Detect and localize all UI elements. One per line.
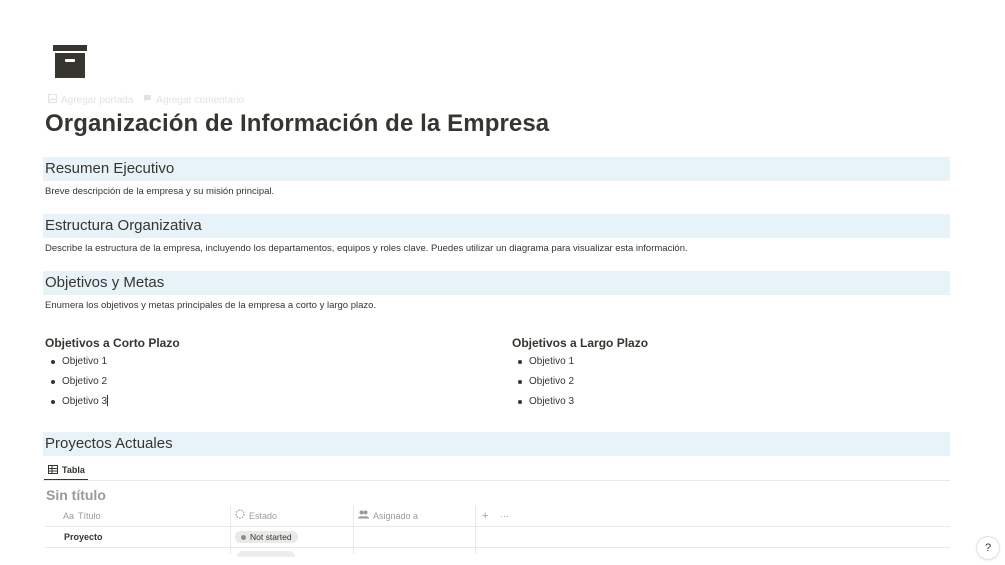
row-title[interactable]: Proyecto [64, 527, 103, 547]
archive-box-icon[interactable] [52, 44, 88, 80]
list-item-text: Objetivo 3 [62, 396, 108, 407]
heading-estructura-organizativa[interactable]: Estructura Organizativa [43, 214, 950, 238]
text-resumen[interactable]: Breve descripción de la empresa y su mis… [45, 186, 274, 197]
list-item-text: Objetivo 2 [62, 376, 108, 387]
list-corto-plazo: Objetivo 1 Objetivo 2 Objetivo 3 [45, 352, 109, 412]
status-property-icon [235, 506, 245, 526]
heading-resumen-ejecutivo[interactable]: Resumen Ejecutivo [43, 157, 950, 181]
table-header: Aa Título Estado Asignado a + ··· [45, 506, 950, 527]
list-item[interactable]: Objetivo 1 [512, 352, 574, 372]
help-button[interactable]: ? [977, 537, 999, 559]
heading-largo-plazo[interactable]: Objetivos a Largo Plazo [512, 336, 648, 350]
column-divider [475, 506, 476, 554]
add-cover-label: Agregar portada [61, 94, 134, 106]
status-dot-icon [241, 534, 246, 540]
table-icon [48, 464, 58, 476]
add-comment-label: Agregar comentario [156, 94, 245, 106]
column-header-estado[interactable]: Estado [235, 506, 277, 526]
heading-proyectos-actuales[interactable]: Proyectos Actuales [43, 432, 950, 456]
heading-corto-plazo[interactable]: Objetivos a Corto Plazo [45, 336, 180, 350]
comment-icon [143, 94, 152, 106]
list-item[interactable]: Objetivo 2 [45, 372, 108, 392]
row-status[interactable]: Not started [235, 527, 298, 547]
add-cover-button[interactable]: Agregar portada [48, 94, 133, 106]
list-item[interactable]: Objetivo 3 [512, 392, 574, 412]
more-options-button[interactable]: ··· [500, 506, 509, 526]
partial-next-row [237, 551, 295, 557]
list-item[interactable]: Objetivo 1 [45, 352, 108, 372]
column-header-asignado[interactable]: Asignado a [358, 506, 418, 526]
list-item[interactable]: Objetivo 2 [512, 372, 574, 392]
text-estructura[interactable]: Describe la estructura de la empresa, in… [45, 243, 688, 254]
column-divider [353, 506, 354, 554]
list-item-text: Objetivo 3 [529, 396, 575, 407]
list-item-text: Objetivo 1 [62, 356, 108, 367]
text-property-icon: Aa [63, 511, 75, 521]
list-item-text: Objetivo 2 [529, 376, 575, 387]
list-item-text: Objetivo 1 [529, 356, 575, 367]
people-property-icon [358, 506, 369, 526]
column-header-titulo[interactable]: Aa Título [63, 506, 101, 526]
list-item[interactable]: Objetivo 3 [45, 392, 109, 412]
column-divider [230, 506, 231, 554]
column-header-label: Asignado a [373, 511, 419, 521]
database-title[interactable]: Sin título [46, 487, 106, 503]
list-largo-plazo: Objetivo 1 Objetivo 2 Objetivo 3 [512, 352, 574, 412]
column-header-label: Título [78, 511, 101, 521]
status-badge: Not started [235, 531, 298, 543]
add-property-button[interactable]: + [482, 506, 488, 526]
image-icon [48, 94, 57, 106]
table-row[interactable]: Proyecto Not started [45, 527, 950, 548]
text-cursor [107, 395, 109, 406]
text-objetivos[interactable]: Enumera los objetivos y metas principale… [45, 300, 376, 311]
page-actions: Agregar portada Agregar comentario [48, 94, 244, 106]
status-badge-label: Not started [250, 532, 292, 542]
notion-page: Agregar portada Agregar comentario Organ… [0, 0, 1005, 565]
page-title[interactable]: Organización de Información de la Empres… [45, 110, 549, 138]
heading-objetivos-metas[interactable]: Objetivos y Metas [43, 271, 950, 295]
add-comment-button[interactable]: Agregar comentario [143, 94, 244, 106]
divider [43, 480, 950, 481]
database-view-tabs: Tabla [45, 460, 89, 480]
tab-tabla-label: Tabla [62, 465, 85, 475]
column-header-label: Estado [249, 511, 278, 521]
tab-tabla[interactable]: Tabla [45, 460, 89, 480]
